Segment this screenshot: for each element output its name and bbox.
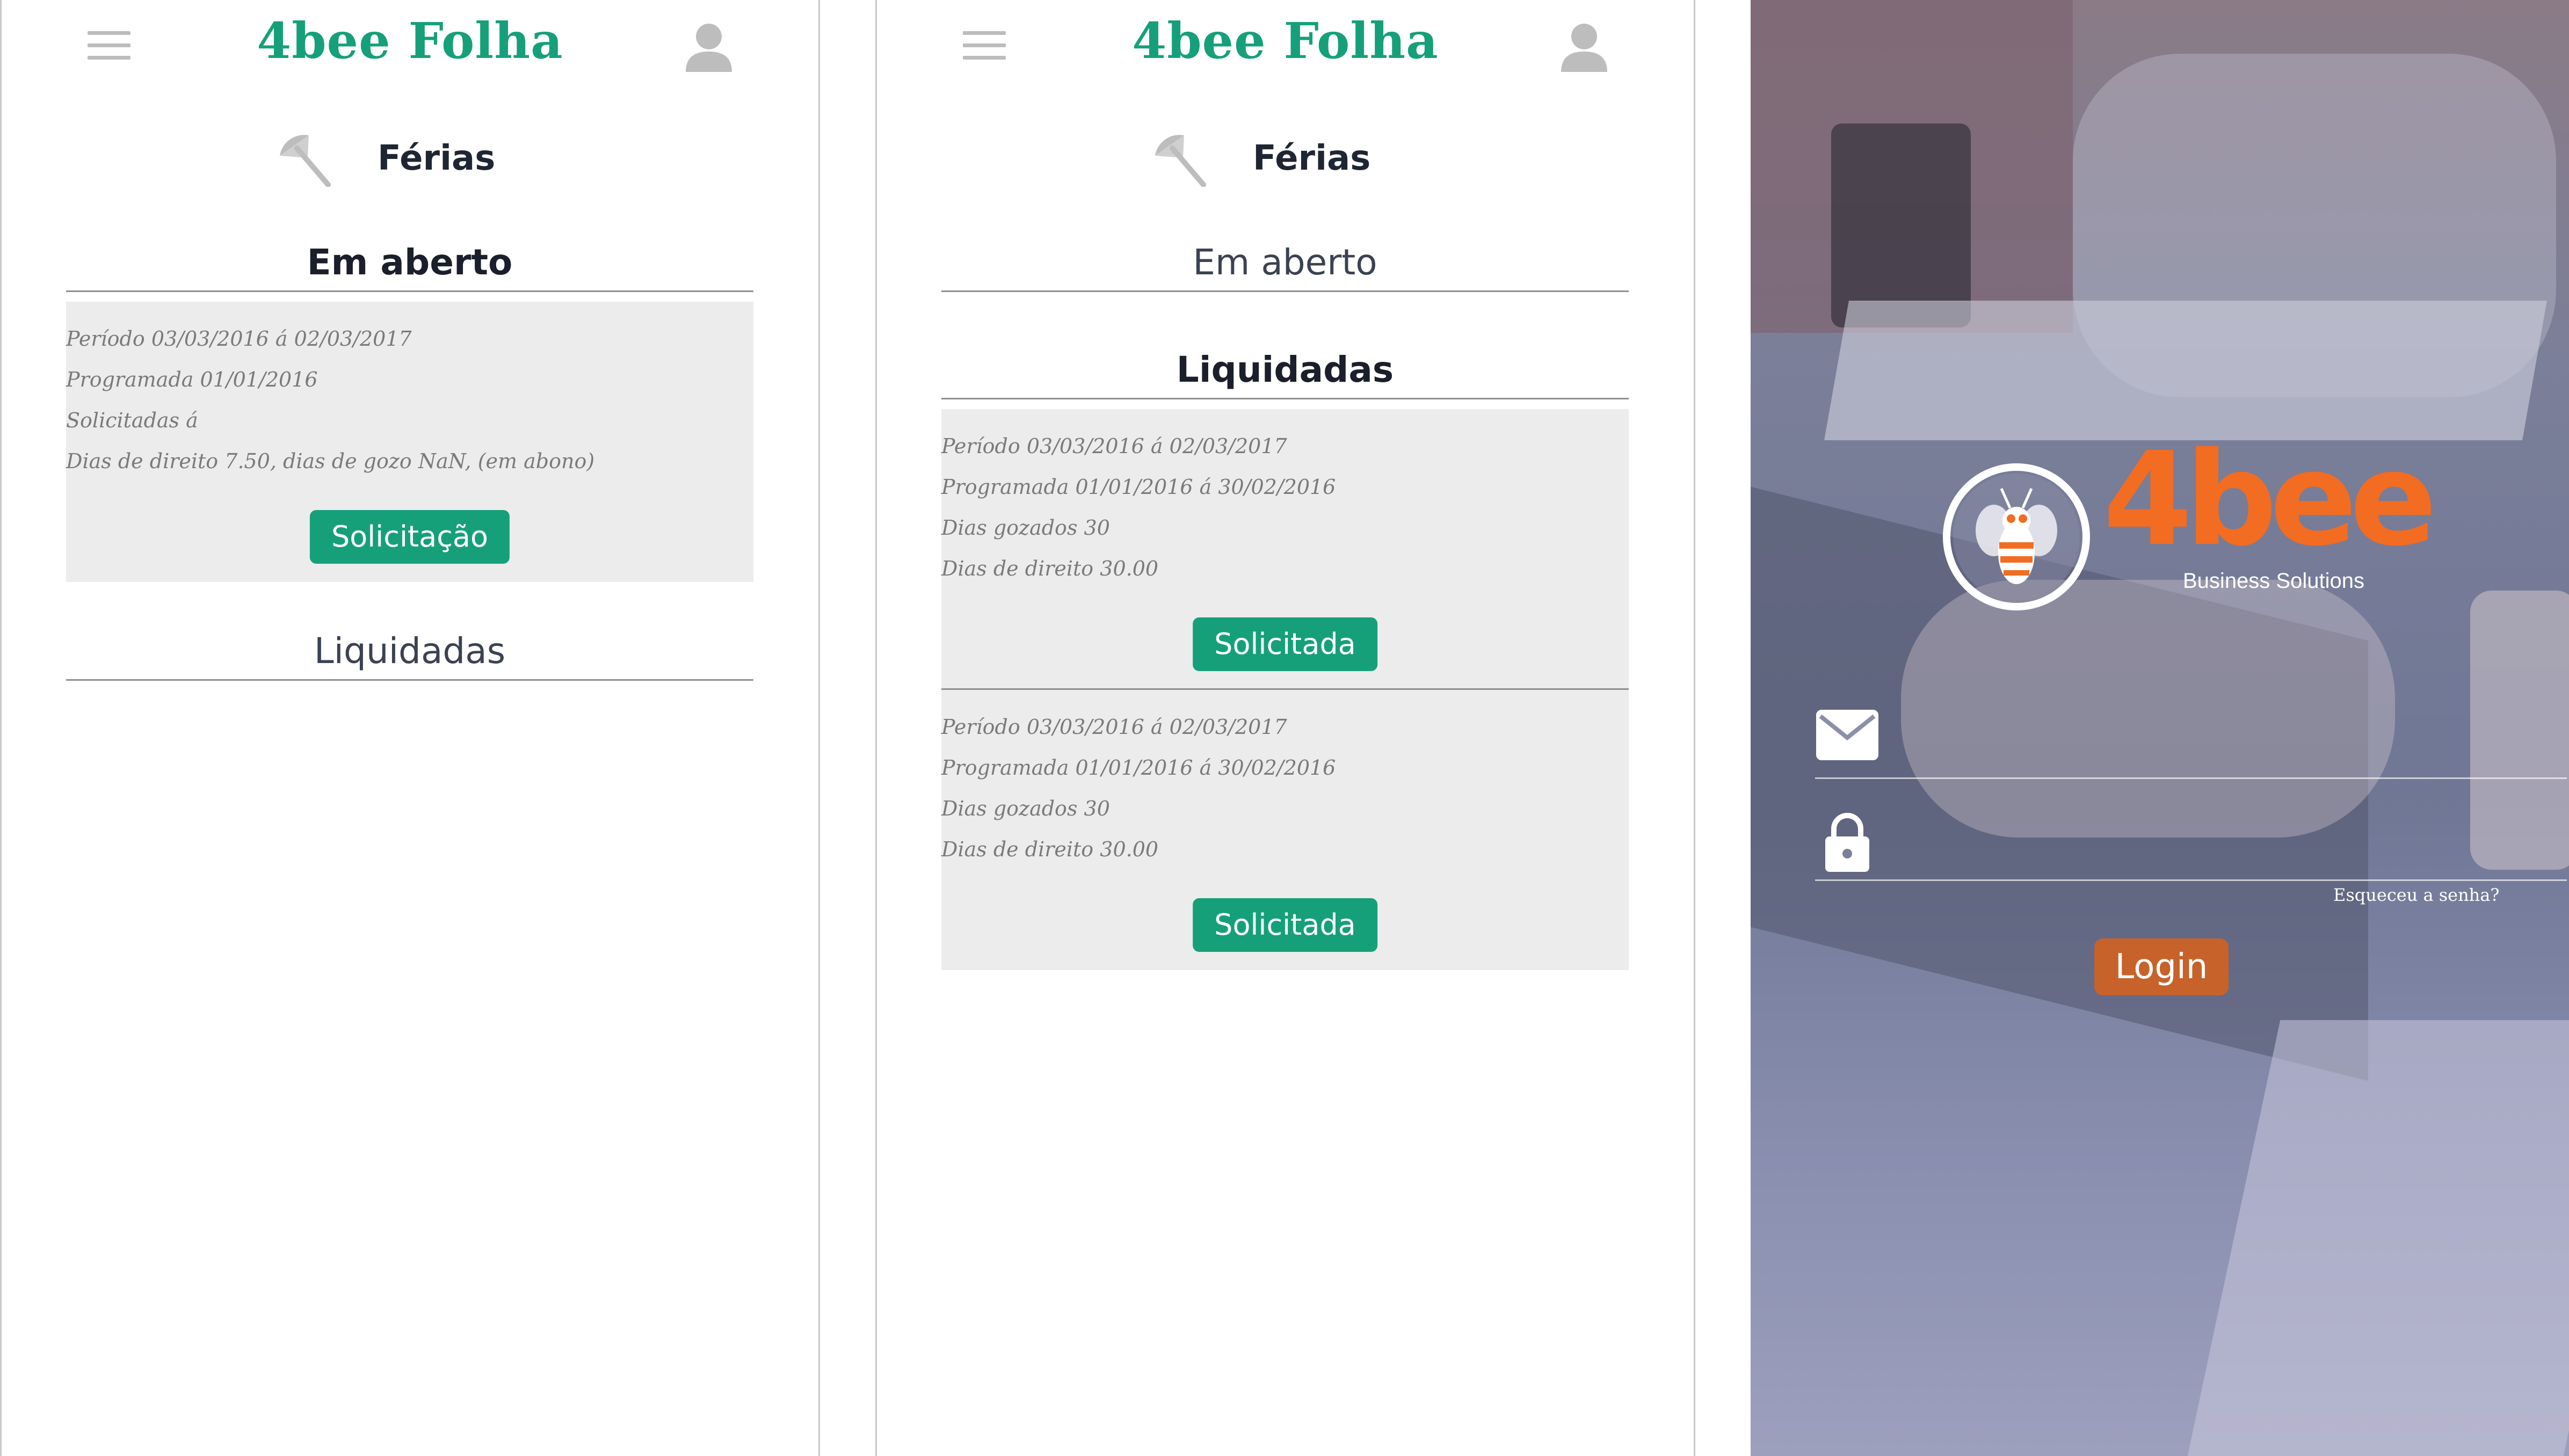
password-field[interactable] [1815,879,2567,881]
lock-icon [1825,813,1869,872]
tab-open[interactable]: Em aberto [66,242,753,292]
vacation-screen-open: 4bee Folha Férias Em aberto Período 03/0… [0,0,820,1456]
settled-card: Período 03/03/2016 á 02/03/2017 Programa… [941,690,1629,970]
login-button[interactable]: Login [2094,938,2229,995]
login-screen: 4bee Business Solutions Esqueceu a senha… [1751,0,2569,1456]
background-hand [1901,580,2395,838]
settled-card: Período 03/03/2016 á 02/03/2017 Programa… [941,409,1629,688]
background-mug [1831,123,1971,327]
tab-settled[interactable]: Liquidadas [941,349,1629,399]
section-header: Férias [877,122,1694,198]
card-period: Período 03/03/2016 á 02/03/2017 [941,715,1287,739]
card-period: Período 03/03/2016 á 02/03/2017 [941,434,1287,458]
section-title: Férias [378,139,496,178]
bee-logo-icon [1943,463,2090,610]
card-scheduled: Programada 01/01/2016 á 30/02/2016 [941,756,1336,780]
vacation-card: Período 03/03/2016 á 02/03/2017 Programa… [66,302,753,582]
brand-logo: 4bee Business Solutions [2103,435,2437,601]
card-entitlement: Dias de direito 30.00 [941,557,1159,580]
section-header: Férias [2,122,818,198]
tab-settled[interactable]: Liquidadas [66,630,753,681]
background-notebook [2187,1020,2569,1456]
card-period: Período 03/03/2016 á 02/03/2017 [66,327,412,351]
section-title: Férias [1253,139,1371,178]
card-entitlement: Dias de direito 30.00 [941,838,1159,861]
card-requested: Solicitadas á [66,409,198,432]
forgot-password-link[interactable]: Esqueceu a senha? [2333,885,2500,905]
background-arm [2073,54,2556,397]
card-entitlement: Dias de direito 7.50, dias de gozo NaN, … [66,449,595,473]
brand-name: 4bee [2103,424,2437,574]
card-scheduled: Programada 01/01/2016 [66,368,318,391]
user-icon[interactable] [685,23,733,72]
background-sleeve [2470,591,2569,870]
brand-tagline: Business Solutions [2183,569,2364,593]
tab-open[interactable]: Em aberto [941,242,1629,292]
email-field[interactable] [1815,777,2567,779]
card-days-taken: Dias gozados 30 [941,797,1110,820]
umbrella-icon [280,135,331,187]
requested-button[interactable]: Solicitada [1193,617,1377,671]
card-scheduled: Programada 01/01/2016 á 30/02/2016 [941,475,1336,499]
user-icon[interactable] [1560,23,1608,72]
mail-icon [1816,710,1878,760]
requested-button[interactable]: Solicitada [1193,898,1377,952]
umbrella-icon [1155,135,1206,187]
card-days-taken: Dias gozados 30 [941,516,1110,540]
vacation-screen-settled: 4bee Folha Férias Em aberto Liquidadas P… [875,0,1695,1456]
request-button[interactable]: Solicitação [309,510,510,564]
